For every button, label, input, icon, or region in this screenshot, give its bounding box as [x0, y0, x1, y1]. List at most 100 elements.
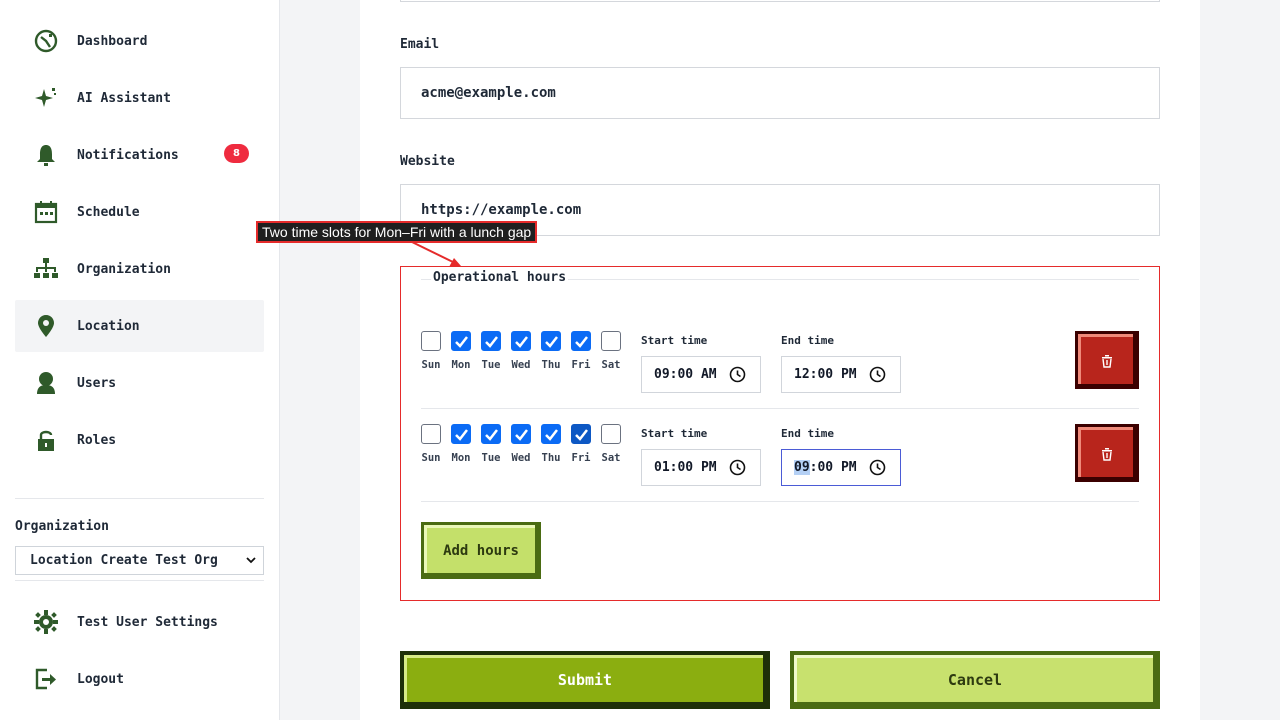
cancel-label: Cancel: [794, 655, 1153, 702]
day-label: Sat: [601, 359, 621, 371]
checkbox[interactable]: [481, 331, 501, 351]
day-checkbox-tue[interactable]: Tue: [479, 331, 503, 371]
checkbox[interactable]: [451, 331, 471, 351]
day-label: Wed: [511, 359, 531, 371]
start-time-label: Start time: [641, 334, 708, 347]
clock-icon[interactable]: [729, 459, 746, 476]
check-icon: [484, 335, 498, 348]
cancel-button[interactable]: Cancel: [790, 651, 1160, 709]
sparkle-icon: [32, 84, 60, 112]
submit-button[interactable]: Submit: [400, 651, 770, 709]
email-field[interactable]: acme@example.com: [400, 67, 1160, 119]
user-icon: [32, 369, 60, 397]
website-value: https://example.com: [421, 202, 582, 218]
start-time-input[interactable]: 09:00 AM: [641, 356, 761, 393]
end-time-label: End time: [781, 427, 834, 440]
checkbox[interactable]: [541, 331, 561, 351]
sidebar-item-ai-assistant[interactable]: AI Assistant: [15, 72, 264, 124]
sidebar-item-user-settings[interactable]: Test User Settings: [15, 596, 264, 648]
lock-icon: [32, 426, 60, 454]
day-checkbox-mon[interactable]: Mon: [449, 424, 473, 464]
start-time-input[interactable]: 01:00 PM: [641, 449, 761, 486]
sidebar-item-label: Location: [77, 318, 140, 334]
clock-icon[interactable]: [869, 459, 886, 476]
day-checkbox-thu[interactable]: Thu: [539, 424, 563, 464]
day-label: Wed: [511, 452, 531, 464]
check-icon: [544, 335, 558, 348]
start-time-value: 09:00 AM: [654, 367, 717, 382]
end-time-hour-selected[interactable]: 09: [794, 460, 810, 475]
day-checkbox-thu[interactable]: Thu: [539, 331, 563, 371]
sidebar-more-icon: [32, 485, 60, 492]
day-checkbox-sat[interactable]: Sat: [599, 424, 623, 464]
checkbox[interactable]: [421, 424, 441, 444]
sidebar-item-logout[interactable]: Logout: [15, 653, 264, 705]
check-icon: [544, 428, 558, 441]
gear-icon: [32, 608, 60, 636]
day-checkbox-tue[interactable]: Tue: [479, 424, 503, 464]
sidebar-divider: [15, 580, 264, 581]
day-label: Thu: [541, 359, 561, 371]
organization-select[interactable]: Location Create Test Org: [15, 546, 264, 575]
chevron-down-icon: [246, 557, 256, 564]
day-label: Fri: [571, 452, 591, 464]
email-label: Email: [400, 37, 440, 52]
day-checkbox-mon[interactable]: Mon: [449, 331, 473, 371]
sidebar-item-roles[interactable]: Roles: [15, 414, 264, 466]
sidebar-item-users[interactable]: Users: [15, 357, 264, 409]
day-checkbox-fri[interactable]: Fri: [569, 424, 593, 464]
checkbox[interactable]: [451, 424, 471, 444]
sidebar-item-label: Organization: [77, 261, 171, 277]
day-checkbox-fri[interactable]: Fri: [569, 331, 593, 371]
check-icon: [454, 428, 468, 441]
day-checkbox-sun[interactable]: Sun: [419, 424, 443, 464]
dashboard-icon: [32, 27, 60, 55]
end-time-value: :00 PM: [809, 460, 857, 475]
row-divider: [421, 501, 1139, 502]
sidebar-item-label: Test User Settings: [77, 614, 218, 630]
add-hours-button[interactable]: Add hours: [421, 522, 541, 579]
logout-icon: [32, 665, 60, 693]
checkbox[interactable]: [481, 424, 501, 444]
checkbox[interactable]: [601, 331, 621, 351]
checkbox[interactable]: [571, 424, 591, 444]
sidebar-item-location[interactable]: Location: [15, 300, 264, 352]
day-label: Mon: [451, 359, 471, 371]
sidebar-item-notifications[interactable]: Notifications 8: [15, 129, 264, 181]
trash-icon: [1102, 447, 1112, 461]
day-label: Sun: [421, 359, 441, 371]
day-checkbox-sat[interactable]: Sat: [599, 331, 623, 371]
end-time-input[interactable]: 12:00 PM: [781, 356, 901, 393]
day-label: Tue: [481, 452, 501, 464]
delete-hours-button[interactable]: [1075, 424, 1139, 482]
organization-select-value: Location Create Test Org: [30, 553, 218, 568]
checkbox[interactable]: [601, 424, 621, 444]
sidebar: Dashboard AI Assistant Notifications 8 S…: [0, 0, 280, 720]
sidebar-item-label: Notifications: [77, 147, 179, 163]
location-pin-icon: [32, 312, 60, 340]
add-hours-label: Add hours: [424, 525, 535, 573]
day-checkbox-wed[interactable]: Wed: [509, 331, 533, 371]
operational-hours-title: Operational hours: [431, 270, 569, 285]
day-checkbox-wed[interactable]: Wed: [509, 424, 533, 464]
checkbox[interactable]: [541, 424, 561, 444]
delete-hours-button[interactable]: [1075, 331, 1139, 389]
name-field-edge[interactable]: [400, 0, 1160, 2]
clock-icon[interactable]: [869, 366, 886, 383]
bell-icon: [32, 141, 60, 169]
end-time-input[interactable]: 09:00 PM: [781, 449, 901, 486]
clock-icon[interactable]: [729, 366, 746, 383]
checkbox[interactable]: [421, 331, 441, 351]
checkbox[interactable]: [511, 424, 531, 444]
end-time-label: End time: [781, 334, 834, 347]
sidebar-item-schedule[interactable]: Schedule: [15, 186, 264, 238]
checkbox[interactable]: [511, 331, 531, 351]
start-time-label: Start time: [641, 427, 708, 440]
day-label: Mon: [451, 452, 471, 464]
checkbox[interactable]: [571, 331, 591, 351]
submit-label: Submit: [404, 655, 763, 702]
sidebar-item-organization[interactable]: Organization: [15, 243, 264, 295]
day-checkbox-sun[interactable]: Sun: [419, 331, 443, 371]
sidebar-item-label: Schedule: [77, 204, 140, 220]
sidebar-item-dashboard[interactable]: Dashboard: [15, 15, 264, 67]
